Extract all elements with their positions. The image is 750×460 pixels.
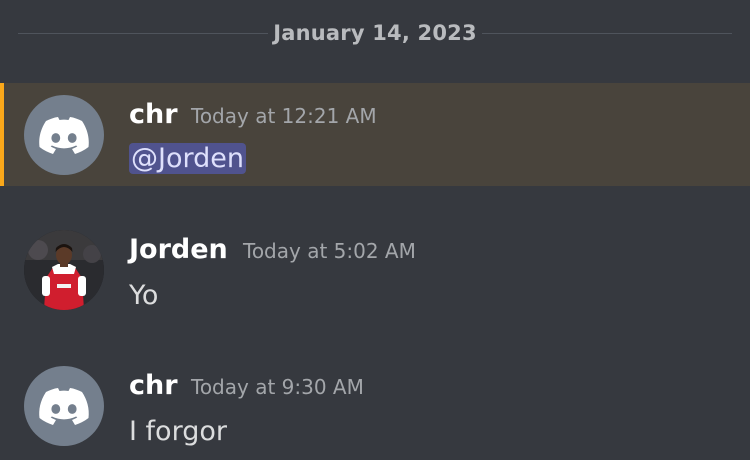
- message-timestamp: Today at 5:02 AM: [243, 239, 416, 263]
- message-timestamp: Today at 12:21 AM: [191, 104, 377, 128]
- message-item[interactable]: chr Today at 9:30 AM I forgor: [0, 354, 750, 460]
- message-content: I forgor: [129, 416, 227, 447]
- message-timestamp: Today at 9:30 AM: [191, 375, 364, 399]
- profile-photo: [24, 230, 104, 310]
- message-item[interactable]: Jorden Today at 5:02 AM Yo: [0, 218, 750, 323]
- avatar[interactable]: [24, 366, 104, 446]
- discord-logo-icon: [39, 388, 89, 425]
- user-mention[interactable]: @Jorden: [129, 143, 246, 174]
- avatar[interactable]: [24, 230, 104, 310]
- message-author[interactable]: Jorden: [129, 234, 228, 265]
- message-content: @Jorden: [129, 143, 246, 174]
- message-content: Yo: [129, 280, 159, 311]
- avatar[interactable]: [24, 95, 104, 175]
- message-author[interactable]: chr: [129, 370, 178, 401]
- chat-messages: January 14, 2023 chr Today at 12:21 AM @…: [0, 0, 750, 460]
- message-item[interactable]: chr Today at 12:21 AM @Jorden: [0, 83, 750, 186]
- message-author[interactable]: chr: [129, 99, 178, 130]
- date-divider: January 14, 2023: [0, 14, 750, 54]
- discord-logo-icon: [39, 117, 89, 154]
- divider-line-right: [482, 33, 732, 34]
- mention-highlight-bar: [0, 83, 4, 186]
